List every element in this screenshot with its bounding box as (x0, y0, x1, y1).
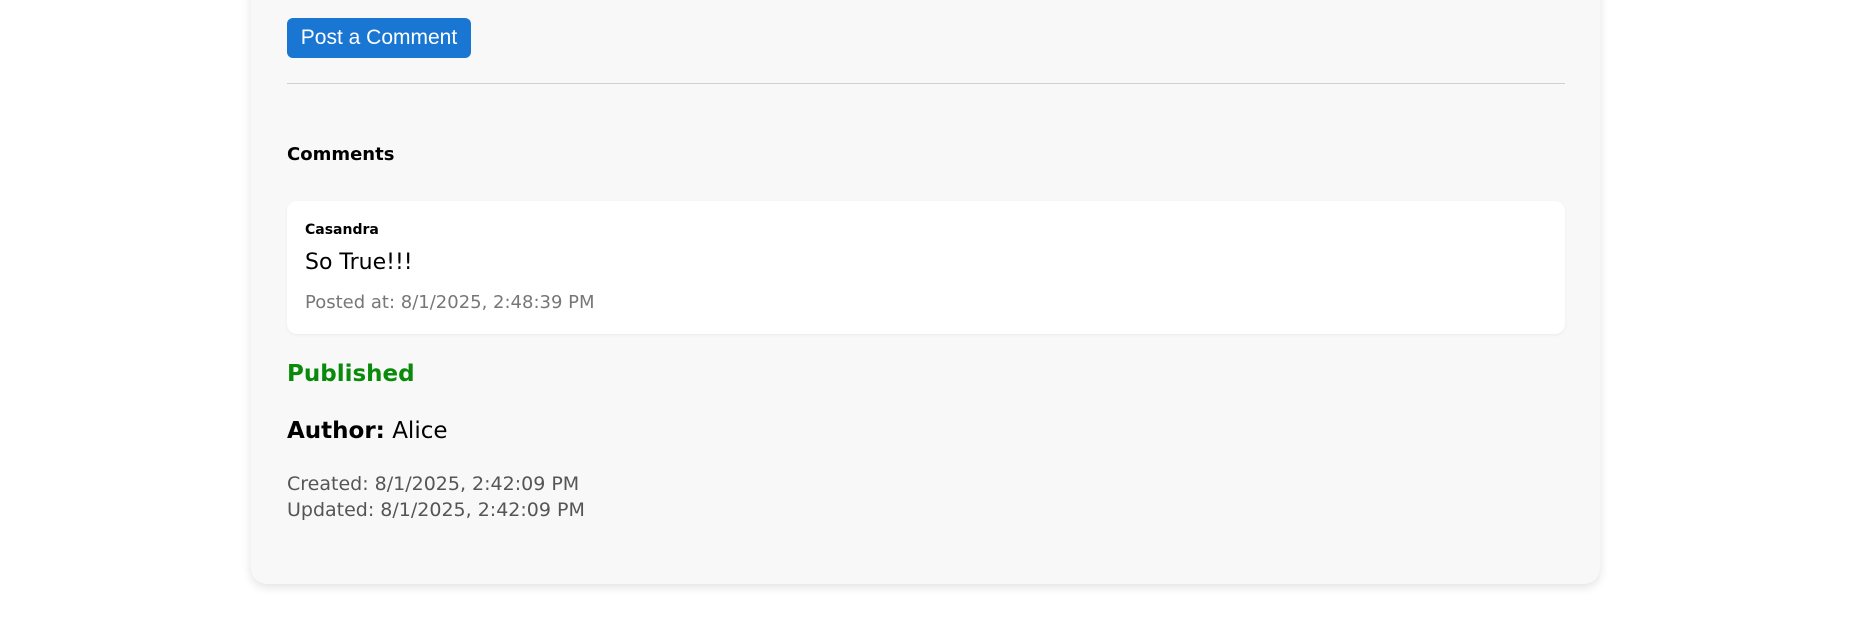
comment-text: So True!!! (305, 250, 413, 275)
author-name: Alice (392, 418, 448, 444)
author-label: Author: (287, 418, 385, 444)
comment-posted-at: Posted at: 8/1/2025, 2:48:39 PM (305, 292, 595, 313)
updated-date: Updated: 8/1/2025, 2:42:09 PM (287, 499, 585, 521)
status-badge: Published (287, 361, 415, 387)
comment-item: Casandra So True!!! Posted at: 8/1/2025,… (287, 201, 1565, 334)
post-author: Author: Alice (287, 418, 448, 444)
post-comment-button[interactable]: Post a Comment (287, 18, 471, 58)
comments-heading: Comments (287, 144, 395, 165)
comment-author: Casandra (305, 222, 379, 238)
created-date: Created: 8/1/2025, 2:42:09 PM (287, 473, 580, 495)
divider (287, 83, 1565, 84)
